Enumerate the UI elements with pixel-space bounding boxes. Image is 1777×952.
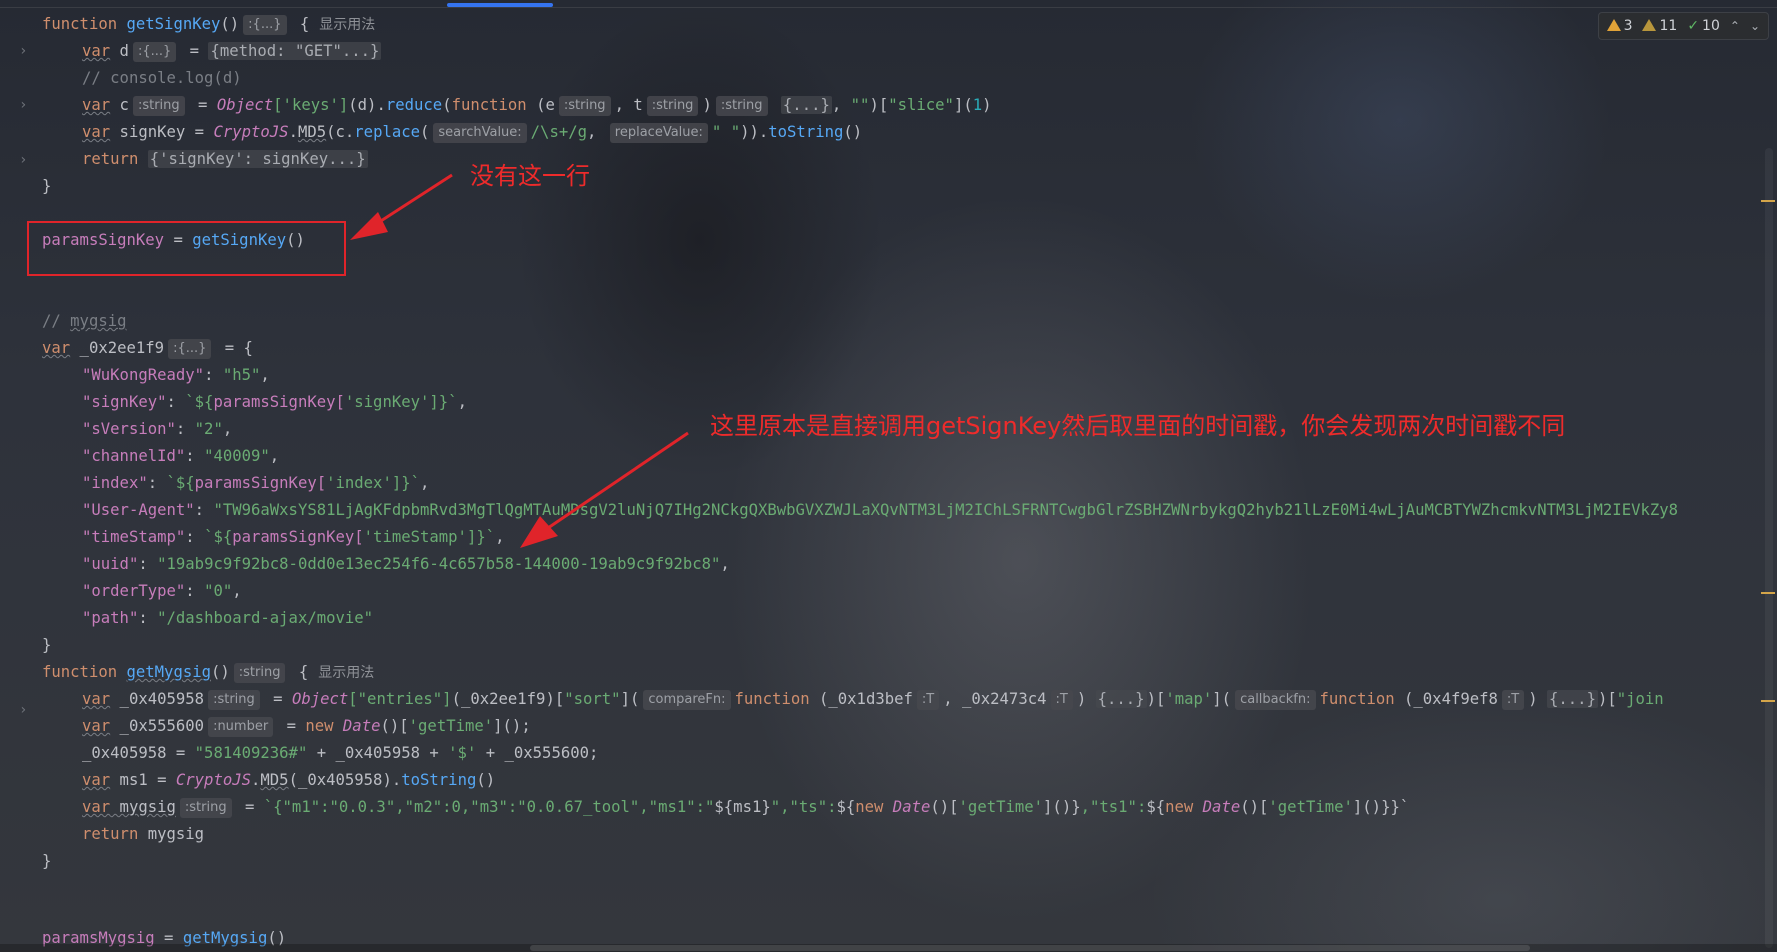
type-hint: :string: [132, 95, 185, 116]
code-line[interactable]: var mygsig:string = `{"m1":"0.0.3","m2":…: [82, 794, 1409, 820]
type-hint: :string: [179, 797, 232, 818]
code-line[interactable]: "User-Agent": "TW96aWxsYS81LjAgKFdpbmRvd…: [82, 497, 1678, 523]
tab-bar-border: [0, 7, 1777, 8]
annotation-no-line: 没有这一行: [470, 162, 590, 190]
param-hint: replaceValue:: [609, 122, 708, 143]
ok-count[interactable]: ✓ 10: [1687, 18, 1720, 34]
code-line[interactable]: // mygsig: [42, 308, 127, 334]
type-hint: :T: [1050, 689, 1073, 710]
chevron-up-icon[interactable]: ⌃: [1730, 19, 1740, 33]
code-line[interactable]: "WuKongReady": "h5",: [82, 362, 270, 388]
folded-region[interactable]: {...}: [1547, 690, 1598, 708]
type-hint: :{...}: [243, 14, 287, 35]
code-line[interactable]: }: [42, 173, 51, 199]
type-hint: :T: [1501, 689, 1525, 710]
code-line[interactable]: "path": "/dashboard-ajax/movie": [82, 605, 373, 631]
code-line[interactable]: "channelId": "40009",: [82, 443, 279, 469]
scroll-marker[interactable]: [1761, 700, 1775, 702]
code-line[interactable]: "index": `${paramsSignKey['index']}`,: [82, 470, 429, 496]
fold-arrow-icon[interactable]: ›: [19, 702, 27, 718]
type-hint: :string: [646, 95, 699, 116]
vertical-scrollbar[interactable]: [1765, 148, 1773, 948]
code-line[interactable]: // console.log(d): [82, 65, 242, 91]
folded-region[interactable]: {...}: [780, 96, 832, 114]
weak-warnings-count[interactable]: 11: [1642, 18, 1677, 34]
code-line[interactable]: return mygsig: [82, 821, 204, 847]
type-hint: :string: [233, 662, 286, 683]
param-hint: compareFn:: [643, 689, 731, 710]
warning-icon: [1606, 19, 1621, 31]
code-line[interactable]: "signKey": `${paramsSignKey['signKey']}`…: [82, 389, 467, 415]
code-line[interactable]: var d:{...} = {method: "GET"...}: [82, 38, 382, 64]
code-line[interactable]: }: [42, 632, 51, 658]
type-hint: :T: [916, 689, 940, 710]
code-line[interactable]: return {'signKey': signKey...}: [82, 146, 368, 172]
inspection-widget[interactable]: 3 11 ✓ 10 ⌃ ⌄: [1597, 12, 1769, 40]
code-line[interactable]: var ms1 = CryptoJS.MD5(_0x405958).toStri…: [82, 767, 495, 793]
code-line[interactable]: var c:string = Object['keys'](d).reduce(…: [82, 92, 992, 118]
type-hint: :number: [208, 716, 274, 737]
code-line[interactable]: var signKey = CryptoJS.MD5(c.replace(sea…: [82, 119, 862, 145]
folded-region[interactable]: {method: "GET"...}: [208, 42, 382, 60]
param-hint: searchValue:: [433, 122, 527, 143]
code-line[interactable]: }: [42, 848, 51, 874]
scroll-marker[interactable]: [1761, 200, 1775, 202]
type-hint: :{...}: [132, 41, 177, 62]
code-line[interactable]: var _0x555600:number = new Date()['getTi…: [82, 713, 531, 739]
fold-arrow-icon[interactable]: ›: [19, 43, 27, 59]
code-line[interactable]: function getMygsig():string {显示用法: [42, 659, 374, 685]
fold-arrow-icon[interactable]: ›: [19, 97, 27, 113]
code-line[interactable]: "uuid": "19ab9c9f92bc8-0dd0e13ec254f6-4c…: [82, 551, 730, 577]
code-line[interactable]: var _0x2ee1f9:{...} = {: [42, 335, 253, 361]
highlight-box: [27, 221, 346, 276]
horizontal-scroll-thumb[interactable]: [530, 945, 1530, 951]
show-usages-link[interactable]: 显示用法: [318, 665, 374, 681]
code-line[interactable]: "sVersion": "2",: [82, 416, 232, 442]
code-line[interactable]: "orderType": "0",: [82, 578, 242, 604]
folded-region[interactable]: {...}: [1095, 690, 1147, 708]
active-tab-indicator[interactable]: [447, 3, 553, 7]
folded-region[interactable]: {'signKey': signKey...}: [147, 150, 368, 168]
fold-arrow-icon[interactable]: ›: [19, 152, 27, 168]
type-hint: :string: [715, 95, 768, 116]
type-hint: :string: [208, 689, 260, 710]
code-line[interactable]: _0x405958 = "581409236#" + _0x405958 + '…: [82, 740, 598, 766]
weak-warning-icon: [1642, 19, 1657, 31]
warnings-count[interactable]: 3: [1606, 18, 1632, 34]
type-hint: :{...}: [168, 338, 212, 359]
code-line[interactable]: function getSignKey():{...} {显示用法: [42, 11, 375, 37]
code-line[interactable]: "timeStamp": `${paramsSignKey['timeStamp…: [82, 524, 505, 550]
annotation-explanation: 这里原本是直接调用getSignKey然后取里面的时间戳，你会发现两次时间戳不同: [710, 412, 1566, 440]
checkmark-icon: ✓: [1687, 18, 1700, 34]
scroll-marker[interactable]: [1761, 592, 1775, 594]
chevron-down-icon[interactable]: ⌄: [1750, 19, 1760, 33]
type-hint: :string: [558, 95, 611, 116]
show-usages-link[interactable]: 显示用法: [319, 17, 375, 33]
param-hint: callbackfn:: [1235, 689, 1316, 710]
code-line[interactable]: var _0x405958:string = Object["entries"]…: [82, 686, 1664, 712]
